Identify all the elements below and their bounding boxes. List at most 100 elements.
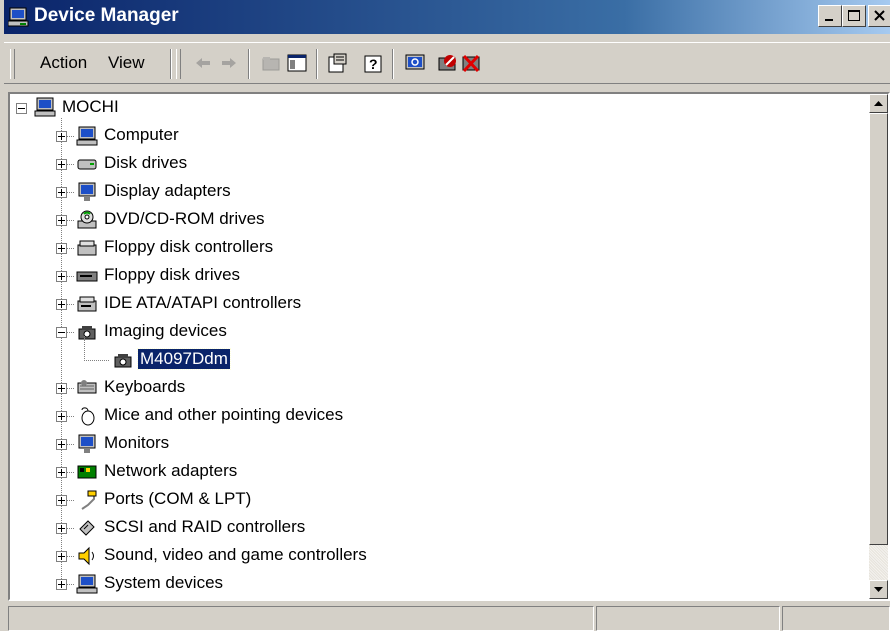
computer-icon (76, 125, 98, 147)
tree-item-label: Mice and other pointing devices (104, 405, 344, 424)
expand-toggle[interactable] (56, 383, 67, 394)
network-adapter-icon (76, 461, 98, 483)
mouse-icon (76, 405, 98, 427)
imaging-device-icon (76, 321, 98, 343)
device-tree[interactable]: MOCHI Computer Disk drives Display adapter… (8, 92, 890, 601)
sound-icon (76, 545, 98, 567)
scroll-up-button[interactable] (869, 94, 888, 113)
toolbar-separator (392, 49, 394, 79)
port-icon (76, 489, 98, 511)
minimize-icon (825, 19, 833, 21)
device-manager-window: Device Manager Action View ? MOCHI Compu… (0, 0, 890, 631)
floppy-drive-icon (76, 265, 98, 287)
scrollbar-thumb[interactable] (869, 113, 888, 545)
monitor-icon (76, 433, 98, 455)
tree-item-label: IDE ATA/ATAPI controllers (104, 293, 302, 312)
menu-view[interactable]: View (108, 53, 145, 73)
tree-connector (67, 472, 75, 473)
tree-connector (67, 276, 75, 277)
tree-connector (67, 332, 75, 333)
expand-toggle[interactable] (56, 187, 67, 198)
toolbar-separator (170, 49, 172, 79)
expand-toggle[interactable] (56, 411, 67, 422)
tree-connector (84, 360, 110, 361)
tree-connector (67, 556, 75, 557)
status-bar (4, 604, 890, 631)
cdrom-icon (76, 209, 98, 231)
tree-item-label: Disk drives (104, 153, 188, 172)
tree-connector (67, 248, 75, 249)
expand-toggle[interactable] (56, 243, 67, 254)
display-adapter-icon (76, 181, 98, 203)
tree-connector (67, 136, 75, 137)
tree-connector (67, 584, 75, 585)
tree-item-label: M4097Ddm (137, 348, 231, 370)
maximize-button[interactable] (842, 5, 866, 27)
forward-icon[interactable] (218, 52, 240, 74)
system-device-icon (76, 573, 98, 595)
tree-connector (67, 500, 75, 501)
expand-toggle[interactable] (56, 523, 67, 534)
expand-toggle[interactable] (56, 467, 67, 478)
tree-item-label: System devices (104, 573, 224, 592)
tree-item-label: Monitors (104, 433, 170, 452)
toolbar-separator (316, 49, 318, 79)
tree-connector (67, 528, 75, 529)
disk-drive-icon (76, 153, 98, 175)
device-manager-icon (7, 6, 30, 28)
tree-root-label: MOCHI (62, 97, 119, 116)
collapse-toggle[interactable] (56, 327, 67, 338)
tree-item-label: Ports (COM & LPT) (104, 489, 252, 508)
status-panel-2 (596, 606, 780, 631)
collapse-toggle[interactable] (16, 103, 27, 114)
expand-toggle[interactable] (56, 495, 67, 506)
tree-connector (67, 304, 75, 305)
close-button[interactable] (868, 5, 890, 27)
menu-toolbar: Action View ? (4, 42, 890, 84)
tree-item-label: Display adapters (104, 181, 231, 200)
title-bar[interactable]: Device Manager (4, 0, 890, 34)
minimize-button[interactable] (818, 5, 842, 27)
scsi-icon (76, 517, 98, 539)
ide-controller-icon (76, 293, 98, 315)
tree-connector (67, 444, 75, 445)
tree-connector (67, 388, 75, 389)
maximize-icon (848, 10, 860, 21)
menu-action[interactable]: Action (40, 53, 87, 73)
tree-connector (67, 416, 75, 417)
expand-toggle[interactable] (56, 215, 67, 226)
show-hide-tree-icon[interactable] (286, 52, 308, 74)
toolbar-grip[interactable] (176, 49, 181, 79)
arrow-up-icon (874, 101, 883, 106)
computer-icon (34, 96, 56, 118)
scroll-down-button[interactable] (869, 580, 888, 599)
tree-item-label: Floppy disk drives (104, 265, 241, 284)
toolbar-separator (248, 49, 250, 79)
expand-toggle[interactable] (56, 131, 67, 142)
tree-item-label: Floppy disk controllers (104, 237, 274, 256)
status-panel-3 (782, 606, 890, 631)
help-icon[interactable]: ? (362, 52, 384, 74)
back-icon[interactable] (192, 52, 214, 74)
controller-icon (76, 237, 98, 259)
expand-toggle[interactable] (56, 271, 67, 282)
tree-connector (67, 220, 75, 221)
scan-hardware-icon[interactable] (404, 52, 426, 74)
toolbar-grip[interactable] (10, 49, 15, 79)
properties-icon[interactable] (326, 52, 348, 74)
up-folder-icon[interactable] (260, 52, 282, 74)
expand-toggle[interactable] (56, 299, 67, 310)
vertical-scrollbar[interactable] (869, 94, 888, 599)
expand-toggle[interactable] (56, 579, 67, 590)
tree-connector (67, 164, 75, 165)
disable-device-icon[interactable] (436, 52, 458, 74)
expand-toggle[interactable] (56, 439, 67, 450)
expand-toggle[interactable] (56, 551, 67, 562)
tree-item-label: DVD/CD-ROM drives (104, 209, 265, 228)
svg-text:?: ? (369, 56, 378, 72)
camera-icon (112, 349, 134, 371)
uninstall-device-icon[interactable] (460, 52, 482, 74)
tree-item-label: Sound, video and game controllers (104, 545, 367, 564)
tree-item-label: Network adapters (104, 461, 238, 480)
expand-toggle[interactable] (56, 159, 67, 170)
